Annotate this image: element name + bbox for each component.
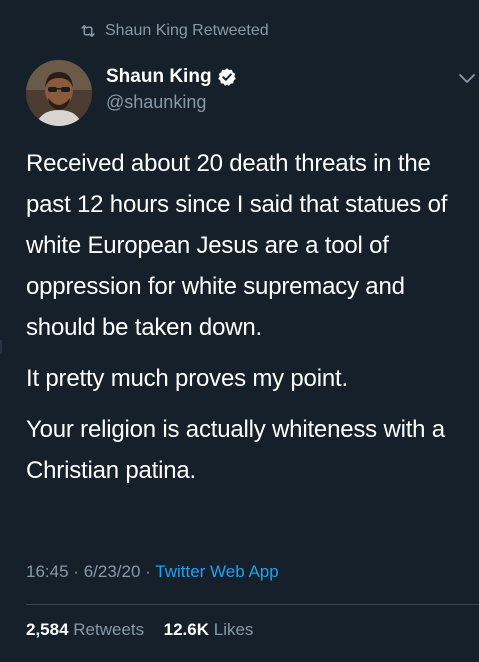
tweet-date[interactable]: 6/23/20 (84, 562, 141, 581)
retweets-label: Retweets (73, 620, 145, 639)
retweet-header: Shaun King Retweeted (79, 20, 269, 42)
author-block[interactable]: Shaun King @shaunking (106, 64, 237, 113)
verified-badge-icon (217, 68, 236, 86)
tweet-paragraph: Received about 20 death threats in the p… (26, 150, 448, 341)
tweet-text: Received about 20 death threats in the p… (26, 143, 471, 501)
divider (26, 604, 479, 605)
display-name[interactable]: Shaun King (106, 66, 212, 88)
tweet-meta: 16:45 · 6/23/20 · Twitter Web App (26, 562, 279, 582)
likes-label: Likes (213, 620, 254, 639)
avatar-photo (26, 60, 92, 126)
retweets-count: 2,584 (26, 620, 69, 639)
tweet-stats: 2,584 Retweets 12.6K Likes (26, 620, 253, 640)
tweet-source-link[interactable]: Twitter Web App (155, 562, 278, 581)
avatar[interactable] (26, 60, 92, 126)
user-handle[interactable]: @shaunking (106, 92, 237, 113)
chevron-down-icon[interactable] (458, 72, 476, 86)
tweet-paragraph: Your religion is actually whiteness with… (26, 416, 445, 484)
likes-stat[interactable]: 12.6K Likes (164, 620, 254, 639)
edge-artifact (0, 340, 2, 354)
author-name-row: Shaun King (106, 64, 237, 90)
retweet-header-text: Shaun King Retweeted (105, 22, 269, 39)
retweet-icon (81, 25, 95, 37)
retweets-stat[interactable]: 2,584 Retweets (26, 620, 149, 639)
tweet-time[interactable]: 16:45 (26, 562, 69, 581)
tweet-paragraph: It pretty much proves my point. (26, 365, 348, 392)
meta-separator: · (145, 562, 151, 581)
meta-separator: · (73, 562, 79, 581)
likes-count: 12.6K (163, 620, 209, 639)
